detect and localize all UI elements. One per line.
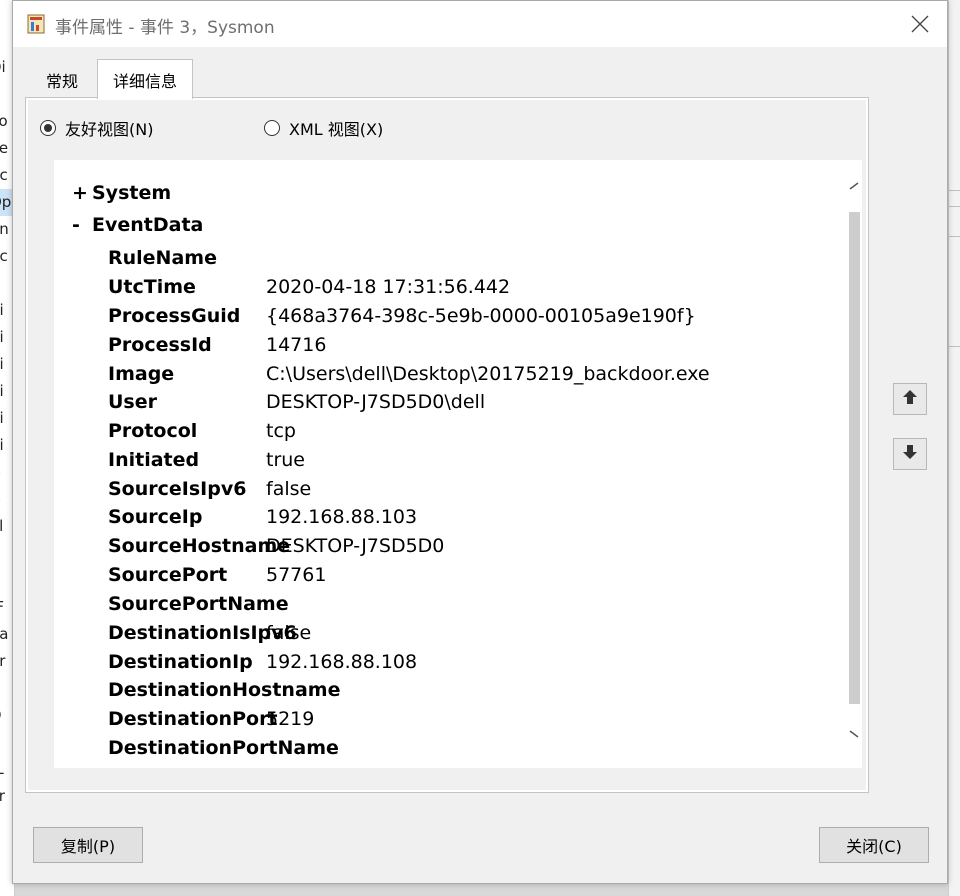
friendly-view-radio[interactable]: 友好视图(N) [40, 116, 153, 140]
field-value: false [266, 478, 312, 500]
event-field-row: User DESKTOP-J7SD5D0\dell [108, 388, 485, 416]
field-value: 192.168.88.108 [266, 651, 418, 673]
field-name: ProcessGuid [108, 305, 241, 327]
field-name: DestinationHostname [108, 679, 341, 701]
field-value: true [266, 449, 305, 471]
field-name: User [108, 391, 157, 413]
field-name: SourceIsIpv6 [108, 478, 247, 500]
field-name: ProcessId [108, 334, 212, 356]
title-bar: 事件属性 - 事件 3，Sysmon [13, 1, 947, 47]
event-field-row: SourceHostname DESKTOP-J7SD5D0 [108, 532, 444, 560]
tree-node-system[interactable]: + System [72, 182, 171, 204]
field-value: DESKTOP-J7SD5D0\dell [266, 391, 486, 413]
event-field-row: RuleName [108, 244, 266, 272]
field-name: SourceHostname [108, 535, 291, 557]
copy-button[interactable]: 复制(P) [33, 827, 143, 863]
event-field-row: SourcePortName [108, 590, 289, 618]
field-value: 5219 [266, 708, 315, 730]
background-panel [948, 0, 960, 896]
field-name: DestinationIp [108, 651, 253, 673]
arrow-down-icon [901, 443, 919, 465]
tree-node-eventdata[interactable]: - EventData [72, 214, 203, 236]
event-properties-dialog: 事件属性 - 事件 3，Sysmon 常规 详细信息 友好视图(N) XML 视… [12, 0, 948, 884]
field-name: Protocol [108, 420, 198, 442]
xml-view-label: XML 视图(X) [289, 120, 384, 139]
event-field-row: DestinationHostname [108, 676, 341, 704]
event-field-row: ProcessId 14716 [108, 331, 326, 359]
arrow-up-icon [901, 388, 919, 410]
event-field-row: UtcTime 2020-04-18 17:31:56.442 [108, 273, 510, 301]
event-details-view: + System - EventData RuleName UtcTime 2020… [54, 160, 862, 768]
event-field-row: ProcessGuid {468a3764-398c-5e9b-0000-0010… [108, 302, 696, 330]
event-field-row: Initiated true [108, 446, 305, 474]
details-tab-panel: 友好视图(N) XML 视图(X) + System - EventData R… [25, 97, 869, 793]
field-value: DESKTOP-J7SD5D0 [266, 535, 445, 557]
scroll-thumb[interactable] [849, 212, 860, 704]
tree-node-label: System [92, 182, 172, 204]
field-name: Initiated [108, 449, 200, 471]
field-name: RuleName [108, 247, 217, 269]
event-field-row: DestinationPort 5219 [108, 705, 314, 733]
field-name: UtcTime [108, 276, 196, 298]
tab-details[interactable]: 详细信息 [97, 59, 193, 99]
tree-node-label: EventData [92, 214, 204, 236]
scroll-down-icon[interactable] [848, 728, 860, 742]
previous-event-button[interactable] [893, 383, 927, 415]
collapse-toggle[interactable]: - [72, 214, 92, 236]
event-field-row: SourcePort 57761 [108, 561, 326, 589]
xml-view-radio[interactable]: XML 视图(X) [264, 116, 383, 140]
field-value: 57761 [266, 564, 327, 586]
radio-checked-icon [40, 120, 56, 136]
tab-general[interactable]: 常规 [27, 63, 97, 97]
event-field-row: SourceIsIpv6 false [108, 475, 311, 503]
expand-toggle[interactable]: + [72, 182, 92, 204]
field-name: Image [108, 363, 175, 385]
field-value: 2020-04-18 17:31:56.442 [266, 276, 511, 298]
event-field-row: DestinationPortName [108, 734, 339, 762]
close-icon[interactable] [897, 7, 943, 41]
friendly-view-label: 友好视图(N) [65, 120, 154, 139]
vertical-scrollbar[interactable] [848, 160, 862, 768]
window-title: 事件属性 - 事件 3，Sysmon [55, 18, 275, 38]
next-event-button[interactable] [893, 438, 927, 470]
scroll-up-icon[interactable] [848, 180, 860, 194]
field-value: C:\Users\dell\Desktop\20175219_backdoor.… [266, 363, 710, 385]
field-name: SourcePortName [108, 593, 289, 615]
field-value: 192.168.88.103 [266, 506, 418, 528]
field-value: {468a3764-398c-5e9b-0000-00105a9e190f} [266, 305, 696, 327]
event-field-row: DestinationIp 192.168.88.108 [108, 648, 417, 676]
radio-unchecked-icon [264, 120, 280, 136]
event-field-row: Image C:\Users\dell\Desktop\20175219_back… [108, 360, 710, 388]
field-name: DestinationPortName [108, 737, 339, 759]
event-viewer-icon [27, 14, 45, 34]
field-name: SourcePort [108, 564, 228, 586]
field-name: SourceIp [108, 506, 203, 528]
event-field-row: SourceIp 192.168.88.103 [108, 503, 417, 531]
event-field-row: Protocol tcp [108, 417, 296, 445]
field-name: DestinationPort [108, 708, 278, 730]
field-value: 14716 [266, 334, 327, 356]
event-field-row: DestinationIsIpv6 false [108, 619, 311, 647]
field-value: false [266, 622, 312, 644]
close-button[interactable]: 关闭(C) [819, 827, 929, 863]
field-value: tcp [266, 420, 296, 442]
field-name: DestinationIsIpv6 [108, 622, 297, 644]
